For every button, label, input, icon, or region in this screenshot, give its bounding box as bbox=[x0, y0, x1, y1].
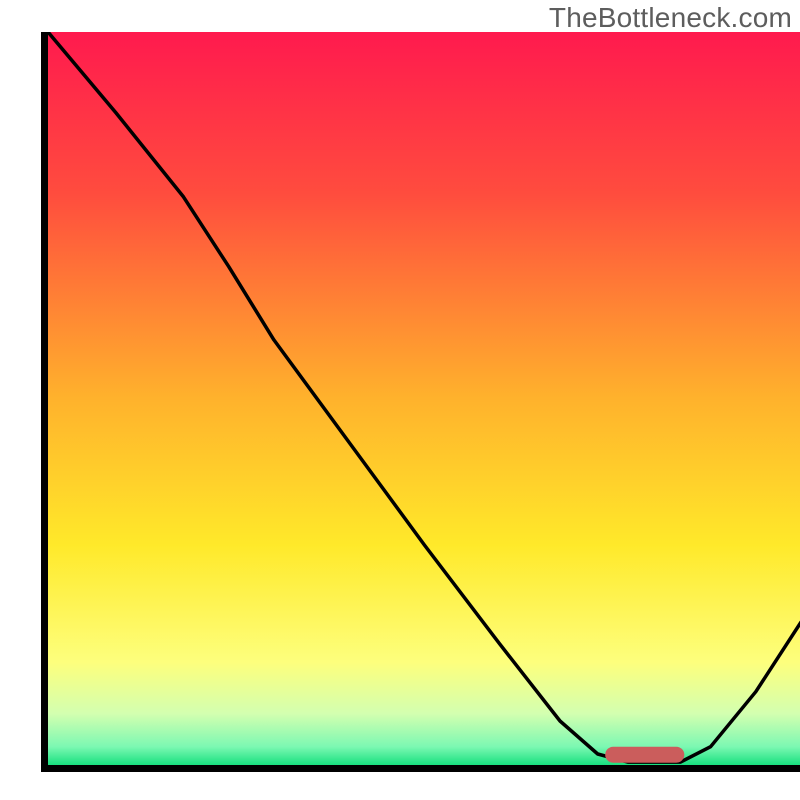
plot-area bbox=[41, 32, 800, 772]
watermark-text: TheBottleneck.com bbox=[549, 2, 792, 34]
gradient-background bbox=[48, 32, 800, 765]
chart-svg bbox=[48, 32, 800, 765]
optimal-range-marker bbox=[605, 747, 684, 763]
chart-frame: TheBottleneck.com bbox=[0, 0, 800, 800]
